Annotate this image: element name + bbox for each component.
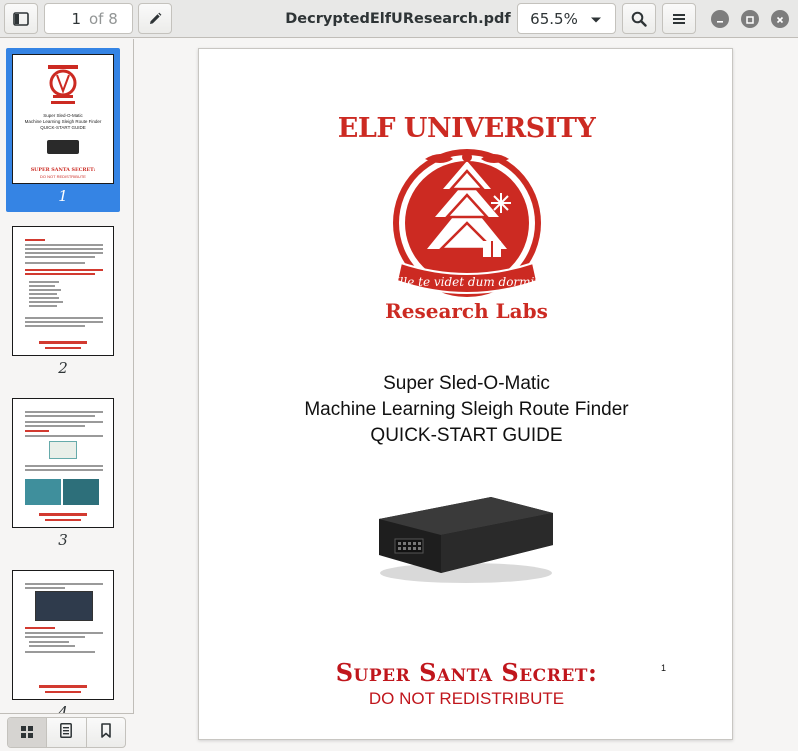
mini-list-line [29,301,63,303]
pdf-page-1: ELF UNIVERSITY Ille te videt dum dormit … [198,48,733,740]
page-number-entry[interactable]: 1 of 8 [44,3,133,34]
close-icon [775,10,785,29]
do-not-redistribute-text: DO NOT REDISTRIBUTE [368,689,565,708]
mini-list-line [29,289,61,291]
close-button[interactable] [771,10,789,28]
mini-text-line [25,469,103,471]
zoom-value[interactable]: 65.5% [518,10,590,28]
mini-text-line [25,587,65,589]
mini-text-line [25,252,103,254]
grid-icon [21,723,34,742]
device-image [379,497,553,583]
mini-text-line [25,325,85,327]
doc-title-line-2: Machine Learning Sleigh Route Finder [304,399,629,420]
mini-text-line [25,435,103,437]
mini-screenshot [25,479,61,505]
document-outline-icon [60,723,73,742]
thumbnail-label-1: 1 [58,187,68,205]
search-icon [631,11,647,27]
document-view[interactable]: ELF UNIVERSITY Ille te videt dum dormit … [135,39,798,751]
thumbnail-page-2[interactable] [12,226,114,356]
mini-text-line [25,636,85,638]
page-footer-number: 1 [661,663,667,673]
mini-list-line [29,293,57,295]
minimize-button[interactable] [711,10,729,28]
logo-subtitle: Research Labs [385,299,548,323]
sidebar-toggle-icon [13,11,29,26]
mini-text-line [25,317,103,319]
mini-list-line [29,281,59,283]
pencil-icon [148,12,162,26]
document-title: DecryptedElfUResearch.pdf [285,11,511,27]
maximize-button[interactable] [741,10,759,28]
minimize-icon [715,10,725,29]
mini-heading [25,627,55,629]
mini-list-line [29,297,59,299]
thumbnail-label-3: 3 [58,531,68,549]
mini-secret-line [39,513,87,516]
thumb1-line3: QUICK-START GUIDE [40,125,86,130]
mini-dnr-line [45,347,81,349]
mini-text-line [25,651,95,653]
thumbnail-sidebar: Super Sled-O-Matic Machine Learning Slei… [0,39,134,751]
device-image-mini [47,140,79,154]
doc-title-line-1: Super Sled-O-Matic [383,373,550,394]
mini-screenshot [35,591,93,621]
header-bar: 1 of 8 DecryptedElfUResearch.pdf 65.5% [0,0,798,38]
logo-title: ELF UNIVERSITY [337,113,596,144]
mini-text-line [25,632,103,634]
bookmarks-view-button[interactable] [87,718,125,747]
mini-heading [25,430,49,432]
mini-red-line [25,269,103,271]
sidebar-view-switcher [7,717,126,748]
annotate-button[interactable] [138,3,172,34]
sidebar-toggle-button[interactable] [4,3,38,34]
thumbnail-label-2: 2 [58,359,68,377]
mini-list-line [29,645,75,647]
maximize-icon [745,10,755,29]
main-menu-button[interactable] [662,3,696,34]
mini-text-line [25,248,103,250]
thumb1-secret: SUPER SANTA SECRET: [30,167,96,173]
mini-text-line [25,262,85,264]
mini-dnr-line [45,519,81,521]
search-button[interactable] [622,3,656,34]
zoom-selector[interactable]: 65.5% [517,3,616,34]
mini-heading [25,239,45,241]
mini-text-line [25,425,85,427]
thumbnail-page-4[interactable] [12,570,114,700]
mini-text-line [25,244,103,246]
mini-list-line [29,641,69,643]
thumbnail-page-1[interactable]: Super Sled-O-Matic Machine Learning Slei… [12,54,114,184]
mini-secret-line [39,341,87,344]
logo-motto: Ille te videt dum dormit [394,275,540,289]
doc-title-line-3: QUICK-START GUIDE [370,425,563,446]
page-total-label: of 8 [89,9,118,28]
mini-text-line [25,465,103,467]
thumbnails-view-button[interactable] [8,718,48,747]
mini-red-line [25,273,95,275]
mini-secret-line [39,685,87,688]
mini-list-line [29,305,57,307]
elf-university-logo-mini [48,65,78,104]
mini-text-line [25,321,103,323]
current-page-value[interactable]: 1 [45,10,89,28]
chevron-down-icon [590,10,602,28]
thumbnail-page-3[interactable] [12,398,114,528]
mini-screenshot [63,479,99,505]
mini-text-line [25,411,103,413]
hamburger-menu-icon [673,13,685,25]
mini-text-line [25,256,95,258]
outline-view-button[interactable] [47,718,87,747]
sidebar-footer [0,713,134,751]
mini-text-line [25,415,95,417]
mini-text-line [25,421,103,423]
mini-screenshot [49,441,77,459]
mini-dnr-line [45,691,81,693]
bookmark-icon [101,723,111,742]
thumb1-dnr: DO NOT REDISTRIBUTE [40,174,86,179]
mini-text-line [25,583,103,585]
super-santa-secret-heading: Super Santa Secret: [335,658,598,687]
mini-list-line [29,285,55,287]
